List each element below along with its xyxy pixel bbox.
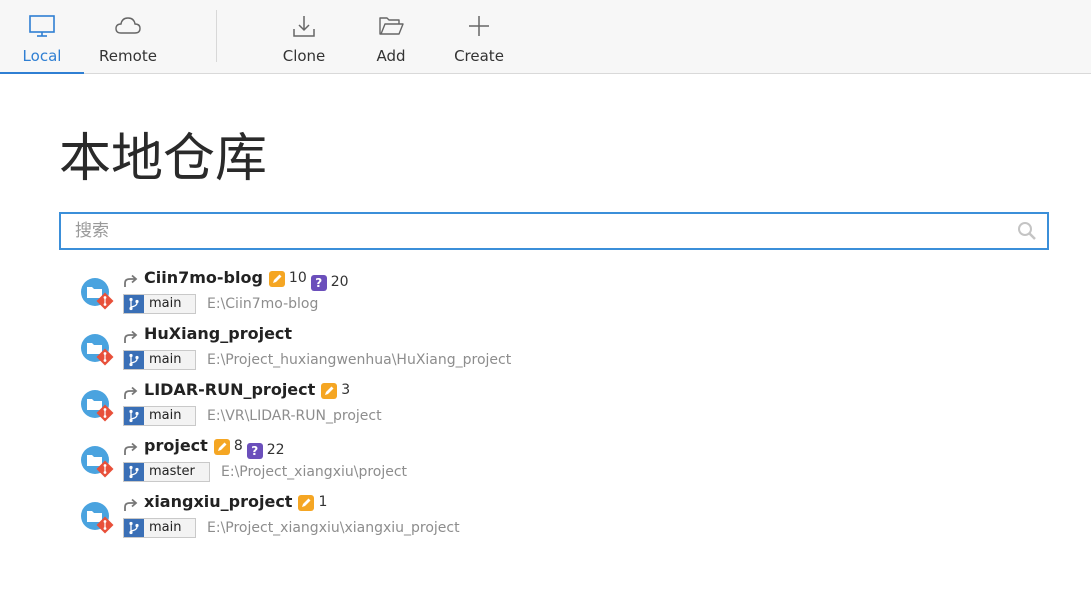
modified-count: 8 [233, 438, 243, 454]
search-input[interactable] [75, 214, 1005, 248]
repo-path: E:\Project_xiangxiu\xiangxiu_project [207, 520, 460, 536]
branch-icon [124, 295, 144, 313]
repo-path: E:\Ciin7mo-blog [207, 296, 319, 312]
status-badges: 10? 20 [268, 268, 353, 292]
repo-item[interactable]: Ciin7mo-blog 10? 20 main E:\Ciin7mo-blog [80, 268, 1040, 320]
redirect-arrow-icon [124, 386, 138, 399]
add-label: Add [376, 47, 406, 65]
repo-path: E:\VR\LIDAR-RUN_project [207, 408, 382, 424]
branch-tag: master [123, 462, 210, 482]
branch-icon [124, 351, 144, 369]
repo-item[interactable]: xiangxiu_project 1 main E:\Project_xiangx… [80, 492, 1040, 544]
repo-item[interactable]: project 8? 22 master E:\Project_xiangxiu\p… [80, 436, 1040, 488]
monitor-icon [29, 15, 55, 37]
untracked-count: 20 [330, 274, 349, 290]
search-box [59, 212, 1049, 250]
search-icon[interactable] [1017, 221, 1037, 241]
modified-badge: 3 [321, 380, 350, 400]
branch-tag: main [123, 350, 197, 370]
plus-icon [469, 16, 489, 36]
branch-name: main [149, 520, 182, 535]
redirect-arrow-icon [124, 498, 138, 511]
branch-name: main [149, 296, 182, 311]
redirect-arrow-icon [124, 442, 138, 455]
status-badges: 1 [298, 492, 331, 515]
remote-tab[interactable]: Remote [86, 0, 170, 73]
repo-name: HuXiang_project [144, 324, 293, 343]
repo-icon [81, 334, 114, 366]
modified-count: 10 [288, 270, 307, 286]
branch-tag: main [123, 518, 197, 538]
branch-icon [124, 407, 144, 425]
modified-badge: 1 [298, 492, 327, 512]
create-button[interactable]: Create [439, 0, 519, 73]
untracked-badge: ? 20 [310, 272, 349, 292]
folder-open-icon [379, 17, 404, 35]
repo-name-row: xiangxiu_project 1 [144, 492, 331, 515]
repo-name-row: project 8? 22 [144, 436, 289, 460]
repo-path: E:\Project_huxiangwenhua\HuXiang_project [207, 352, 512, 368]
repo-name-row: LIDAR-RUN_project 3 [144, 380, 354, 403]
question-icon: ? [310, 275, 327, 291]
add-button[interactable]: Add [351, 0, 431, 73]
modified-count: 1 [318, 494, 328, 510]
modified-count: 3 [341, 382, 351, 398]
repo-item[interactable]: LIDAR-RUN_project 3 main E:\VR\LIDAR-RUN_… [80, 380, 1040, 432]
pencil-icon [321, 383, 338, 399]
create-label: Create [454, 47, 504, 65]
branch-icon [124, 463, 144, 481]
repo-icon [81, 446, 114, 478]
branch-name: main [149, 408, 182, 423]
repo-icon [81, 502, 114, 534]
repo-item[interactable]: HuXiang_project main E:\Project_huxiangw… [80, 324, 1040, 376]
redirect-arrow-icon [124, 274, 138, 287]
untracked-badge: ? 22 [246, 440, 285, 460]
branch-name: master [149, 464, 195, 479]
clone-button[interactable]: Clone [264, 0, 344, 73]
toolbar-divider [216, 10, 217, 62]
untracked-count: 22 [266, 442, 285, 458]
repo-name-row: HuXiang_project [144, 324, 298, 344]
status-badges: 8? 22 [213, 436, 289, 460]
branch-icon [124, 519, 144, 537]
local-tab-label: Local [22, 47, 62, 65]
question-icon: ? [246, 443, 263, 459]
repo-name-row: Ciin7mo-blog 10? 20 [144, 268, 353, 292]
repo-name: project [144, 436, 208, 455]
pencil-icon [268, 271, 285, 287]
pencil-icon [298, 495, 315, 511]
pencil-icon [213, 439, 230, 455]
repo-name: xiangxiu_project [144, 492, 293, 511]
repo-name: Ciin7mo-blog [144, 268, 263, 287]
repo-name: LIDAR-RUN_project [144, 380, 316, 399]
repo-path: E:\Project_xiangxiu\project [221, 464, 408, 480]
modified-badge: 8 [213, 436, 243, 456]
cloud-icon [115, 17, 141, 34]
status-badges: 3 [321, 380, 354, 403]
repo-icon [81, 390, 114, 422]
local-tab[interactable]: Local [0, 0, 84, 74]
page-title: 本地仓库 [59, 129, 268, 189]
branch-name: main [149, 352, 182, 367]
redirect-arrow-icon [124, 330, 138, 343]
clone-label: Clone [282, 47, 326, 65]
branch-tag: main [123, 294, 197, 314]
toolbar: Local Remote Clone Add Create [0, 0, 1091, 74]
modified-badge: 10 [268, 268, 307, 288]
branch-tag: main [123, 406, 197, 426]
remote-tab-label: Remote [99, 47, 157, 65]
repo-icon [81, 278, 114, 310]
download-icon [293, 16, 315, 37]
